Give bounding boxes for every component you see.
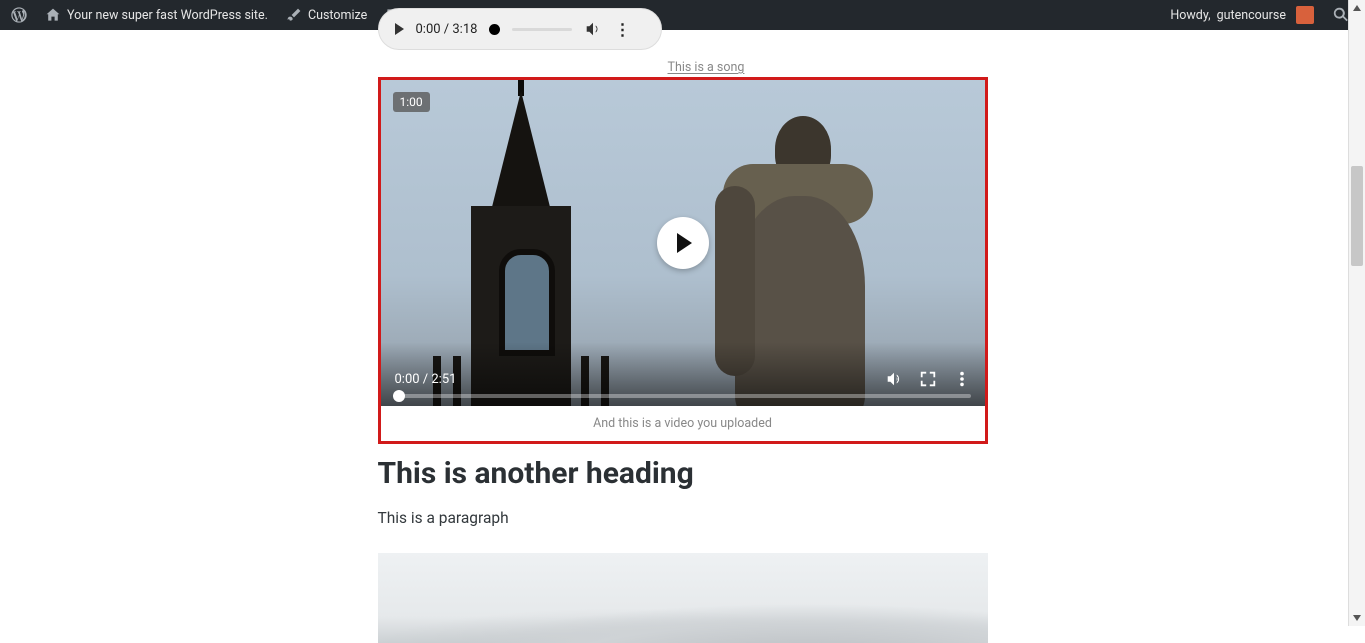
volume-icon[interactable] [885, 370, 903, 388]
video-big-play-button[interactable] [657, 217, 709, 269]
audio-caption: This is a song [668, 60, 745, 75]
image-block [378, 553, 988, 643]
video-caption: And this is a video you uploaded [381, 416, 985, 431]
customize-label: Customize [308, 8, 367, 23]
scroll-track[interactable] [1349, 16, 1365, 610]
howdy-prefix: Howdy, [1170, 8, 1210, 23]
audio-time: 0:00 / 3:18 [416, 22, 478, 37]
audio-player[interactable]: 0:00 / 3:18 ⋮ [378, 8, 662, 50]
paragraph-text: This is a paragraph [378, 509, 988, 527]
video-time: 0:00 / 2:51 [395, 372, 457, 387]
scroll-thumb[interactable] [1351, 166, 1363, 266]
video-progress-track[interactable] [395, 394, 971, 398]
wp-logo-menu[interactable] [2, 0, 36, 30]
heading-h2: This is another heading [378, 456, 988, 491]
audio-play-icon[interactable] [395, 23, 404, 35]
video-player[interactable]: 1:00 0:00 / 2:51 [381, 80, 985, 406]
audio-more-icon[interactable]: ⋮ [614, 20, 629, 39]
scroll-up-button[interactable] [1349, 0, 1365, 16]
page-content: 0:00 / 3:18 ⋮ This is a song 1:00 [0, 30, 1365, 643]
audio-scrubber-track[interactable] [512, 28, 572, 31]
video-block-highlighted: 1:00 0:00 / 2:51 And [378, 77, 988, 444]
video-controls: 0:00 / 2:51 [381, 342, 985, 406]
scroll-down-button[interactable] [1349, 610, 1365, 626]
os-scrollbar [1348, 0, 1365, 626]
home-icon [45, 7, 61, 23]
site-name-label: Your new super fast WordPress site. [67, 8, 268, 23]
username-label: gutencourse [1217, 8, 1286, 23]
wordpress-icon [11, 7, 27, 23]
video-duration-badge: 1:00 [393, 92, 430, 112]
brush-icon [286, 7, 302, 23]
video-more-icon[interactable] [953, 370, 971, 388]
audio-scrubber-thumb[interactable] [489, 24, 500, 35]
video-progress-thumb[interactable] [393, 390, 405, 402]
wp-admin-bar: Your new super fast WordPress site. Cust… [0, 0, 1365, 30]
avatar [1296, 6, 1314, 24]
site-name-menu[interactable]: Your new super fast WordPress site. [36, 0, 277, 30]
fullscreen-icon[interactable] [919, 370, 937, 388]
customize-menu[interactable]: Customize [277, 0, 376, 30]
volume-icon[interactable] [584, 20, 602, 38]
account-menu[interactable]: Howdy, gutencourse [1161, 0, 1323, 30]
